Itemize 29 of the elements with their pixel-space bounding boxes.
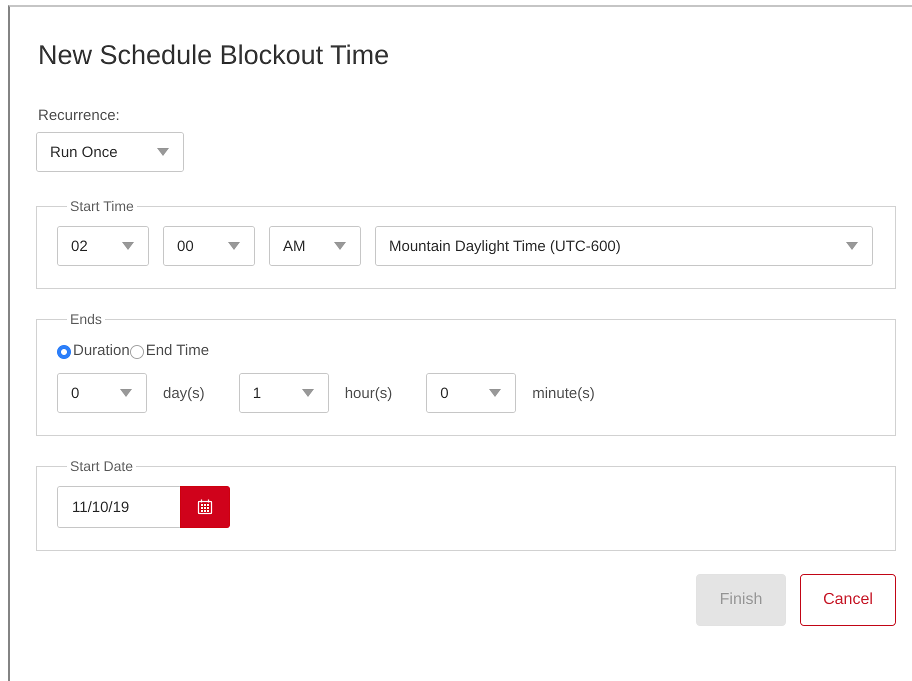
- caret-icon: [846, 242, 858, 250]
- caret-icon: [334, 242, 346, 250]
- dropdown[interactable]: 02: [57, 226, 149, 266]
- dropdown[interactable]: 0: [426, 373, 516, 413]
- calendar-button[interactable]: [180, 486, 230, 528]
- unit-label: minute(s): [532, 384, 595, 402]
- dropdown[interactable]: 1: [238, 373, 329, 413]
- caret-icon: [157, 148, 169, 156]
- field-label: Recurrence:: [38, 107, 121, 124]
- caret-icon: [122, 242, 134, 250]
- radio-option[interactable]: Duration: [57, 341, 130, 359]
- dialog-title: New Schedule Blockout Time: [38, 39, 390, 72]
- unit-label: hour(s): [344, 384, 392, 402]
- caret-icon: [489, 389, 502, 397]
- dropdown[interactable]: Run Once: [36, 132, 184, 172]
- cancel-button[interactable]: Cancel: [800, 574, 896, 626]
- dropdown[interactable]: 00: [163, 226, 255, 266]
- dropdown[interactable]: 0: [57, 373, 147, 413]
- dropdown[interactable]: Mountain Daylight Time (UTC-600): [375, 226, 873, 266]
- caret-icon: [228, 242, 240, 250]
- caret-icon: [120, 389, 132, 397]
- unit-label: day(s): [163, 384, 205, 402]
- dropdown[interactable]: AM: [269, 226, 361, 266]
- group-label: Ends: [69, 311, 103, 327]
- caret-icon: [302, 389, 314, 397]
- calendar-icon: [197, 499, 213, 515]
- group-label: Start Time: [69, 198, 135, 214]
- radio-option[interactable]: End Time: [130, 341, 210, 359]
- group-label: Start Date: [69, 458, 134, 474]
